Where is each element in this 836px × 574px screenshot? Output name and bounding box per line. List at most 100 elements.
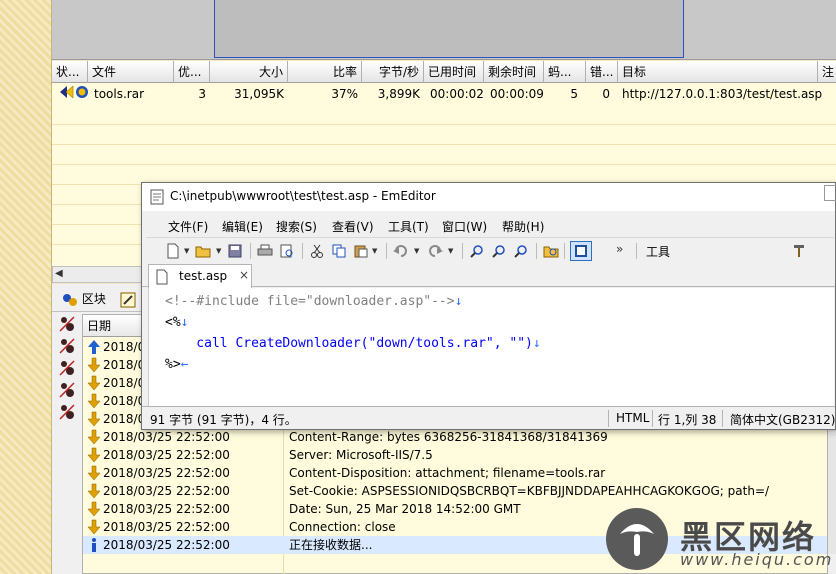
log-row[interactable]: 2018/03/25 22:52:00 Server: Microsoft-IIS… bbox=[83, 446, 827, 464]
ant-icon[interactable] bbox=[56, 314, 78, 334]
code-line-1: <!--#include file="downloader.asp"-->↓ bbox=[165, 294, 463, 309]
newline-mark: ↓ bbox=[454, 294, 463, 309]
undo-icon[interactable] bbox=[392, 242, 410, 260]
scroll-left-icon[interactable]: ◀ bbox=[55, 268, 63, 279]
code-line-2: <%↓ bbox=[165, 315, 189, 330]
newline-mark: ↓ bbox=[180, 315, 189, 330]
redo-icon[interactable] bbox=[426, 242, 444, 260]
status-mode[interactable]: HTML bbox=[616, 411, 649, 425]
downloading-status-icon bbox=[60, 85, 88, 99]
undo-dropdown-icon[interactable]: ▼ bbox=[414, 247, 419, 255]
tab-test-asp[interactable]: test.asp × bbox=[148, 264, 252, 288]
new-file-icon[interactable] bbox=[164, 242, 182, 260]
log-row[interactable]: 2018/03/25 22:52:00 Set-Cookie: ASPSESSIO… bbox=[83, 482, 827, 500]
status-bar: 91 字节 (91 字节)，4 行。 HTML 行 1,列 38 简体中文(GB… bbox=[142, 406, 835, 429]
log-datetime: 2018/0 bbox=[103, 412, 146, 426]
col-elapsed[interactable]: 已用时间 bbox=[424, 61, 484, 83]
close-tab-icon[interactable]: × bbox=[239, 268, 249, 282]
log-datetime: 2018/03/25 22:52:00 bbox=[103, 448, 230, 462]
code-editor[interactable]: <!--#include file="downloader.asp"-->↓ <… bbox=[148, 288, 834, 406]
top-graph-panel bbox=[52, 0, 836, 60]
task-ants: 5 bbox=[570, 87, 578, 101]
log-message: Set-Cookie: ASPSESSIONIDQSBCRBQT=KBFBJJN… bbox=[289, 484, 770, 498]
menu-help[interactable]: 帮助(H) bbox=[502, 218, 544, 235]
open-folder-icon[interactable] bbox=[194, 242, 212, 260]
find-next-icon[interactable] bbox=[490, 242, 508, 260]
menu-tools[interactable]: 工具(T) bbox=[388, 218, 429, 235]
col-ants[interactable]: 蚂... bbox=[544, 61, 586, 83]
arrow-down-icon bbox=[87, 357, 101, 373]
grid-line bbox=[52, 144, 836, 145]
heiqu-logo bbox=[606, 508, 668, 570]
log-message: Connection: close bbox=[289, 520, 396, 534]
menu-view[interactable]: 查看(V) bbox=[332, 218, 374, 235]
ant-icon[interactable] bbox=[56, 380, 78, 400]
document-tab-bar: test.asp × bbox=[142, 263, 835, 288]
find-prev-icon[interactable] bbox=[512, 242, 530, 260]
new-file-dropdown-icon[interactable]: ▼ bbox=[184, 247, 189, 255]
menu-edit[interactable]: 编辑(E) bbox=[222, 218, 263, 235]
find-icon[interactable] bbox=[468, 242, 486, 260]
task-status-icons bbox=[54, 84, 88, 104]
macro-tool-icon[interactable] bbox=[790, 242, 808, 260]
col-target[interactable]: 目标 bbox=[618, 61, 818, 83]
tools-toolbar-label[interactable]: 工具 bbox=[646, 243, 670, 260]
arrow-down-icon bbox=[87, 411, 101, 427]
print-icon[interactable] bbox=[256, 242, 274, 260]
print-preview-icon[interactable] bbox=[278, 242, 296, 260]
task-errors: 0 bbox=[602, 87, 610, 101]
toolbar-more[interactable]: » bbox=[616, 242, 623, 256]
ant-icon[interactable] bbox=[56, 402, 78, 422]
ant-icon[interactable] bbox=[56, 336, 78, 356]
menu-file[interactable]: 文件(F) bbox=[168, 218, 208, 235]
paste-icon[interactable] bbox=[352, 242, 370, 260]
task-list-hscrollbar[interactable]: ◀ bbox=[52, 266, 144, 283]
log-side-toolbar bbox=[56, 314, 80, 454]
document-icon bbox=[156, 269, 168, 285]
cut-icon[interactable] bbox=[308, 242, 326, 260]
col-file[interactable]: 文件 bbox=[88, 61, 174, 83]
menu-search[interactable]: 搜索(S) bbox=[276, 218, 317, 235]
tab-log[interactable] bbox=[120, 288, 136, 310]
task-ratio: 37% bbox=[331, 87, 358, 101]
ant-icon[interactable] bbox=[56, 358, 78, 378]
status-separator bbox=[722, 410, 723, 427]
col-ratio[interactable]: 比率 bbox=[288, 61, 362, 83]
paste-dropdown-icon[interactable]: ▼ bbox=[372, 247, 377, 255]
task-file: tools.rar bbox=[94, 87, 145, 101]
eof-mark: ← bbox=[180, 357, 189, 372]
log-datetime: 2018/0 bbox=[103, 376, 146, 390]
col-note[interactable]: 注 bbox=[818, 61, 836, 83]
col-speed[interactable]: 字节/秒 bbox=[362, 61, 424, 83]
col-status[interactable]: 状... bbox=[52, 61, 88, 83]
task-size: 31,095K bbox=[234, 87, 284, 101]
col-size[interactable]: 大小 bbox=[210, 61, 288, 83]
col-priority[interactable]: 优... bbox=[174, 61, 210, 83]
info-icon bbox=[87, 537, 101, 553]
copy-icon[interactable] bbox=[330, 242, 348, 260]
code-line-4: %>← bbox=[165, 357, 189, 372]
menu-window[interactable]: 窗口(W) bbox=[442, 218, 487, 235]
task-list-header: 状... 文件 优... 大小 比率 字节/秒 已用时间 剩余时间 蚂... 错… bbox=[52, 61, 836, 83]
status-encoding[interactable]: 简体中文(GB2312) bbox=[730, 411, 835, 428]
log-datetime: 2018/03/25 22:52:00 bbox=[103, 520, 230, 534]
col-remaining[interactable]: 剩余时间 bbox=[484, 61, 544, 83]
minimize-button[interactable] bbox=[824, 185, 836, 201]
col-errors[interactable]: 错... bbox=[586, 61, 618, 83]
arrow-down-icon bbox=[87, 393, 101, 409]
log-row[interactable]: 2018/03/25 22:52:00 Content-Disposition: … bbox=[83, 464, 827, 482]
log-message: 正在接收数据... bbox=[289, 538, 373, 552]
log-row[interactable]: 2018/03/25 22:52:00 Content-Range: bytes … bbox=[83, 428, 827, 446]
save-icon[interactable] bbox=[226, 242, 244, 260]
arrow-down-icon bbox=[87, 429, 101, 445]
emeditor-window[interactable]: C:\inetpub\wwwroot\test\test.asp - EmEdi… bbox=[141, 182, 836, 430]
arrow-up-icon bbox=[87, 339, 101, 355]
find-in-files-icon[interactable] bbox=[542, 242, 560, 260]
open-dropdown-icon[interactable]: ▼ bbox=[216, 247, 221, 255]
grid-line bbox=[52, 124, 836, 125]
toggle-view-icon[interactable] bbox=[570, 241, 592, 261]
task-row[interactable]: tools.rar 3 31,095K 37% 3,899K 00:00:02 … bbox=[52, 84, 836, 104]
tab-blocks[interactable]: 区块 bbox=[62, 288, 106, 310]
redo-dropdown-icon[interactable]: ▼ bbox=[448, 247, 453, 255]
window-titlebar[interactable]: C:\inetpub\wwwroot\test\test.asp - EmEdi… bbox=[142, 183, 836, 211]
